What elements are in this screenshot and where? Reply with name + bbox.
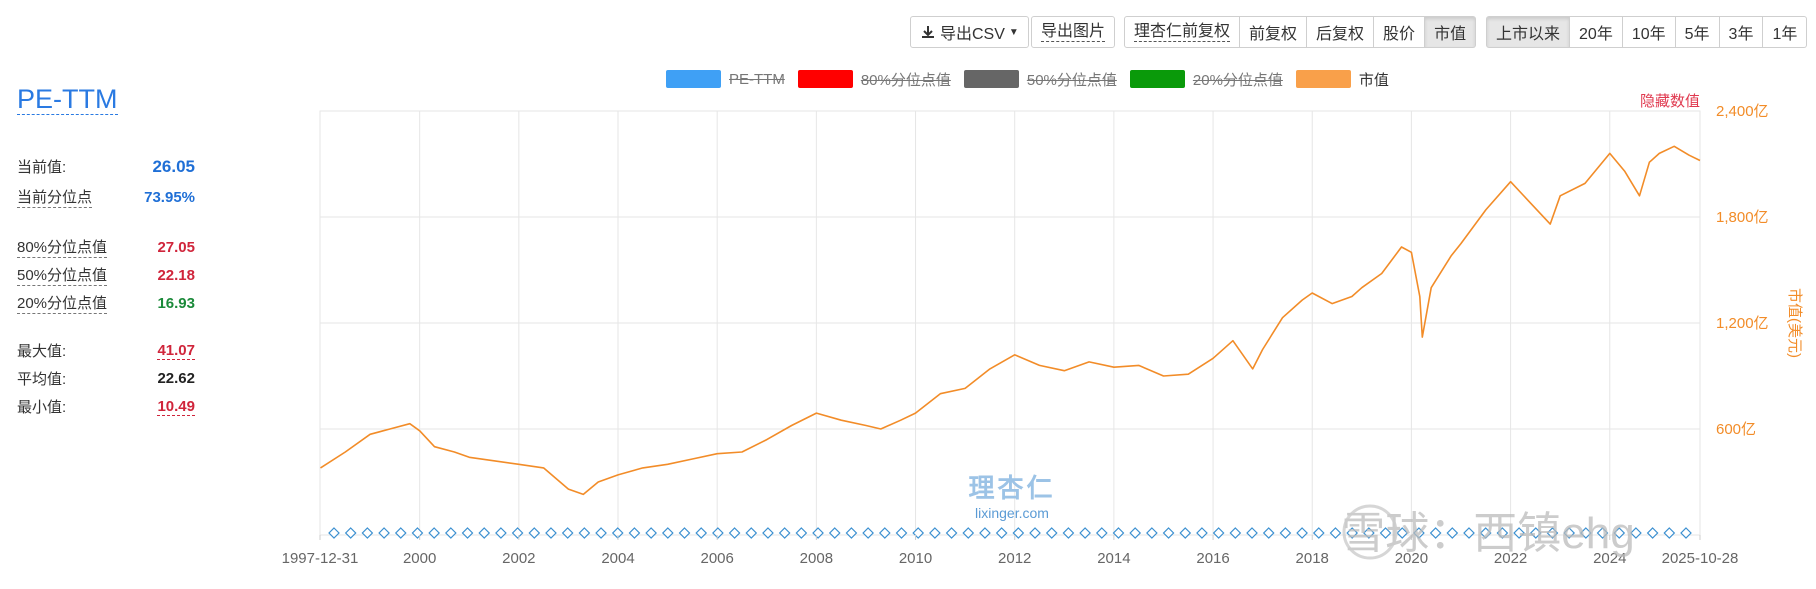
pe-marker [528,527,541,539]
pe-marker [1680,527,1692,539]
pe-marker [1095,527,1108,539]
x-tick-label: 2000 [403,550,436,567]
x-tick-label: 2025-10-28 [1662,550,1739,567]
y-axis-right: 600亿 1,200亿 1,800亿 2,400亿 [1716,103,1769,438]
pe-marker [712,527,724,539]
x-tick-label: 2002 [502,550,535,567]
watermark-cn: 理杏仁 [968,473,1055,503]
pe-marker [812,527,824,539]
pe-marker [561,527,574,539]
pe-marker [728,527,741,539]
x-tick-label: 2006 [701,550,734,567]
pe-marker [995,527,1008,539]
pe-marker [444,527,457,539]
pe-marker [511,527,524,539]
pe-marker [411,527,424,539]
pe-marker [1112,527,1125,539]
pe-marker [1129,527,1142,539]
pe-marker [1062,527,1075,539]
hide-values-link[interactable]: 隐藏数值 [1640,93,1700,110]
pe-marker [1029,527,1041,539]
pe-marker [962,527,975,539]
pe-marker [878,527,891,539]
pe-marker [1246,527,1258,539]
pe-marker [378,527,390,539]
x-tick-label: 2014 [1097,550,1130,567]
x-tick-label: 1997-12-31 [282,550,359,567]
y-axis-right-title: 市值(美元) [1786,288,1803,358]
pe-marker [545,527,557,539]
pe-marker [778,527,791,539]
pe-marker [745,527,758,539]
pe-marker [361,527,374,539]
watermark-en: lixinger.com [975,505,1049,521]
pe-marker [1279,527,1292,539]
pe-marker [678,527,691,539]
pe-marker [428,527,440,539]
pe-marker [979,527,991,539]
pe-marker [912,527,925,539]
y-tick-label: 1,800亿 [1716,209,1769,226]
pe-marker [1196,527,1208,539]
pe-marker [1663,527,1676,539]
pe-marker [762,527,774,539]
y-tick-label: 1,200亿 [1716,315,1769,332]
pe-marker [1296,527,1308,539]
x-tick-label: 2018 [1296,550,1329,567]
pe-marker [845,527,858,539]
x-tick-label: 2010 [899,550,932,567]
pe-marker [828,527,841,539]
pe-marker [1646,527,1659,539]
pe-marker [1146,527,1158,539]
xueqiu-watermark: 雪球：西镇ehg [1341,509,1634,558]
y-tick-label: 600亿 [1716,421,1756,438]
market-cap-chart: 理杏仁 lixinger.com 1997-12-31 2000 2002 2004 2… [282,93,1803,567]
pe-marker [394,527,407,539]
pe-marker [328,527,340,539]
pe-marker [1229,527,1242,539]
market-cap-line [320,145,1701,496]
lixinger-watermark: 理杏仁 lixinger.com [968,473,1055,521]
pe-marker [1179,527,1192,539]
pe-marker [862,527,874,539]
pe-marker [795,527,808,539]
pe-marker [1212,527,1225,539]
x-tick-label: 2008 [800,550,833,567]
pe-marker [695,527,708,539]
x-tick-label: 2004 [601,550,634,567]
pe-marker [478,527,491,539]
pe-marker [929,527,941,539]
pe-marker [1079,527,1091,539]
pe-marker [1329,527,1342,539]
pe-marker [1312,527,1325,539]
chart-grid [319,110,1701,536]
x-tick-label: 2012 [998,550,1031,567]
pe-marker [645,527,657,539]
pe-marker [661,527,674,539]
pe-marker [1162,527,1175,539]
pe-marker [895,527,908,539]
series-layer [320,145,1701,496]
pe-marker [1262,527,1275,539]
pe-marker [495,527,507,539]
pe-marker [1045,527,1058,539]
pe-marker [945,527,958,539]
pe-marker [461,527,474,539]
x-tick-label: 2016 [1196,550,1229,567]
pe-marker [628,527,641,539]
pe-marker [578,527,591,539]
y-tick-label: 2,400亿 [1716,103,1769,120]
pe-marker [595,527,607,539]
pe-marker [344,527,357,539]
